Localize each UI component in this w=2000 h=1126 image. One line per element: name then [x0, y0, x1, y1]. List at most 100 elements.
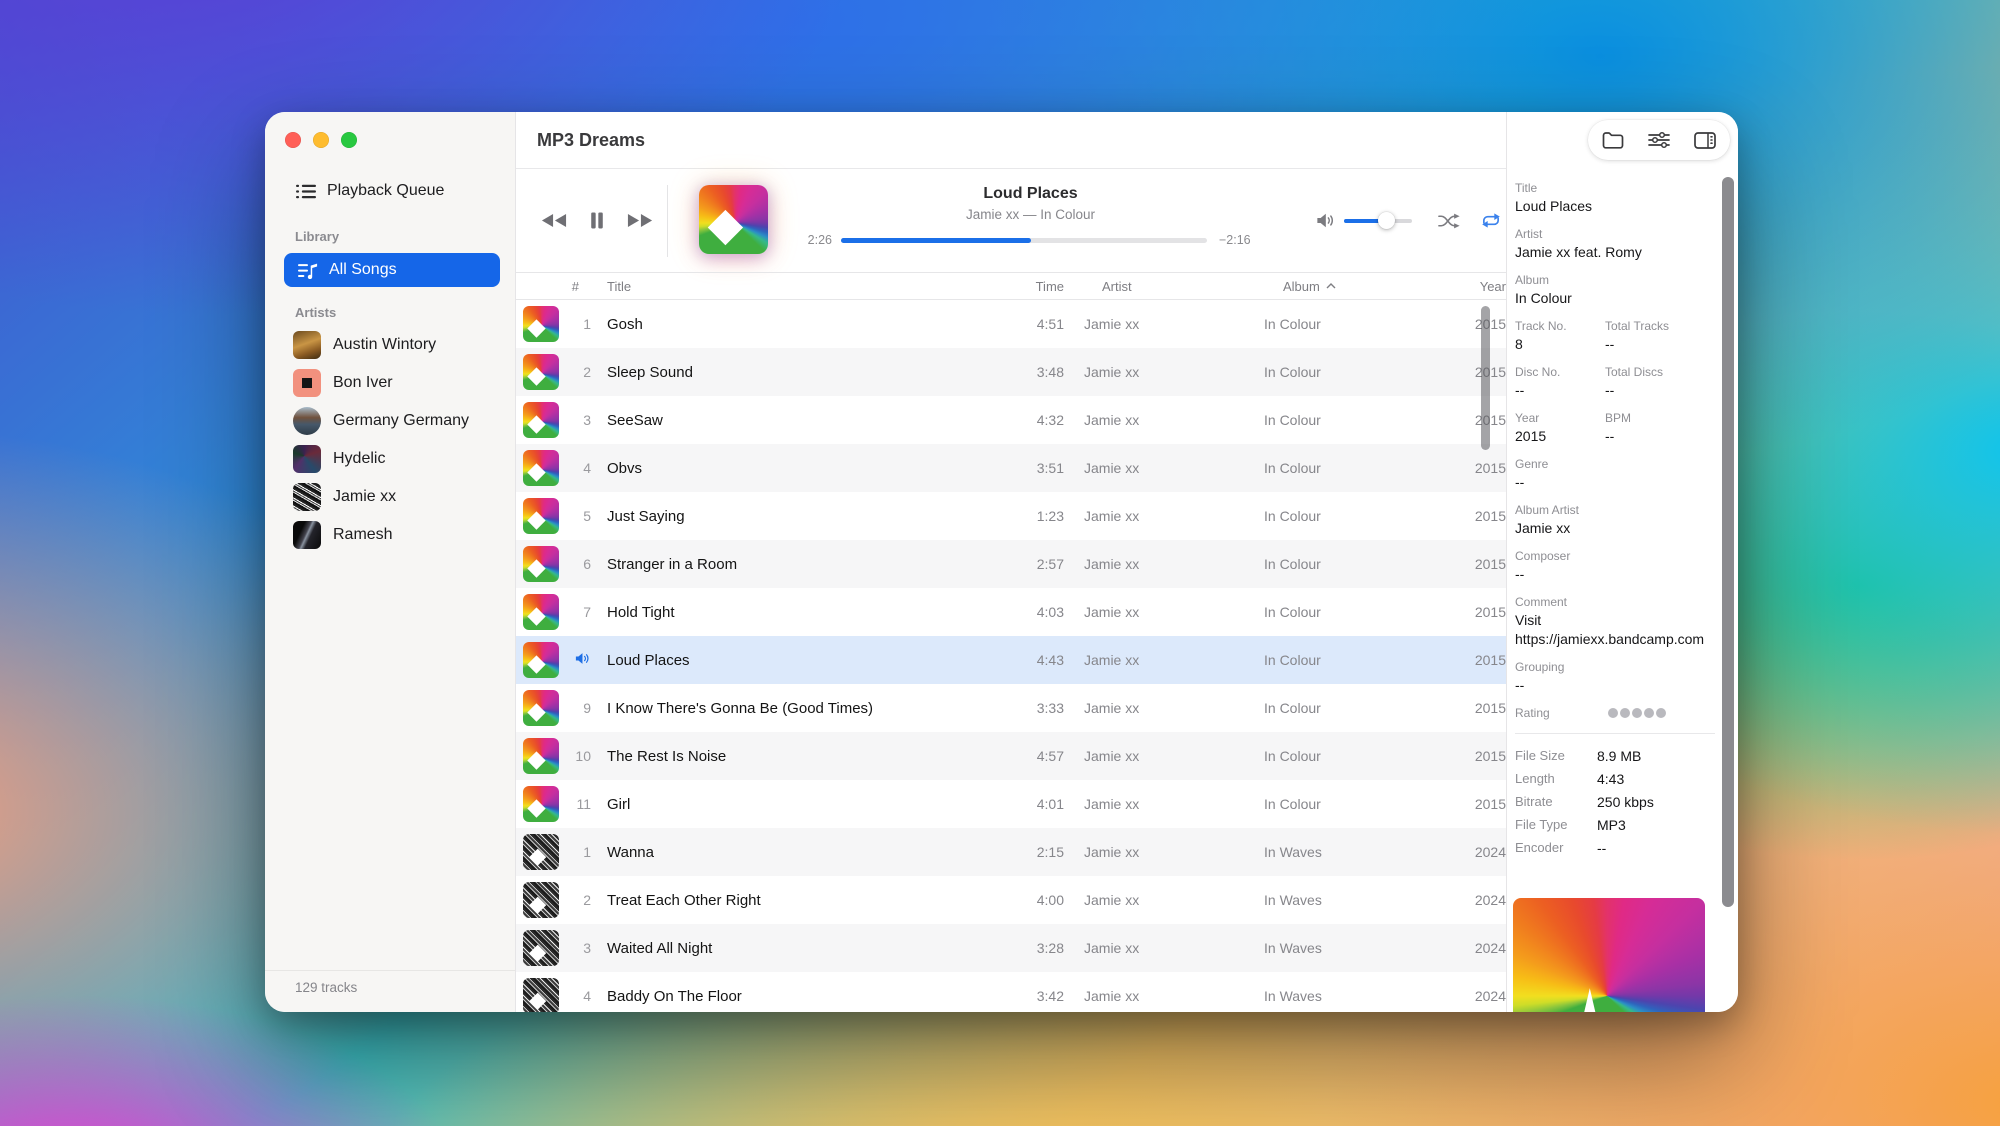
track-artwork [523, 738, 559, 774]
table-row[interactable]: 3 Waited All Night 3:28 Jamie xx In Wave… [516, 924, 1506, 972]
track-artist: Jamie xx [1084, 604, 1256, 620]
field-label: Composer [1515, 548, 1715, 564]
table-row[interactable]: 1 Wanna 2:15 Jamie xx In Waves 2024 [516, 828, 1506, 876]
column-header-num[interactable]: # [559, 279, 591, 294]
now-playing-info: Loud Places Jamie xx — In Colour 2:26 −2… [802, 183, 1259, 247]
page-title: MP3 Dreams [537, 130, 645, 151]
sidebar-item-label: Playback Queue [327, 182, 444, 200]
track-number: 1 [559, 316, 591, 332]
sidebar-item-all-songs[interactable]: All Songs [284, 253, 500, 287]
zoom-button[interactable] [341, 132, 357, 148]
sidebar-item-playback-queue[interactable]: Playback Queue [265, 175, 515, 207]
track-number: 4 [559, 460, 591, 476]
track-album: In Colour [1264, 508, 1436, 524]
field-label: Album Artist [1515, 502, 1715, 518]
inspector-field-pair: Year2015BPM-- [1515, 410, 1715, 456]
track-title: Sleep Sound [607, 364, 1004, 381]
player-bar: Loud Places Jamie xx — In Colour 2:26 −2… [516, 169, 1506, 272]
inspector-field-pair: Track No.8Total Tracks-- [1515, 318, 1715, 364]
file-info-label: Bitrate [1515, 794, 1597, 810]
track-artist: Jamie xx [1084, 652, 1256, 668]
column-header-title[interactable]: Title [607, 279, 1004, 294]
folder-button[interactable] [1601, 129, 1625, 151]
table-row[interactable]: 8 Loud Places 4:43 Jamie xx In Colour 20… [516, 636, 1506, 684]
volume-knob[interactable] [1378, 212, 1395, 229]
shuffle-button[interactable] [1438, 213, 1460, 229]
rating-dot[interactable] [1620, 708, 1630, 718]
sidebar-item-artist[interactable]: Austin Wintory [265, 326, 515, 364]
artist-thumbnail [293, 483, 321, 511]
fast-forward-button[interactable] [627, 212, 653, 229]
repeat-button[interactable] [1480, 212, 1502, 229]
sidebar-item-artist[interactable]: Ramesh [265, 516, 515, 554]
track-year: 2015 [1452, 412, 1506, 428]
field-label: Rating [1515, 705, 1608, 721]
table-scrollbar-thumb[interactable] [1481, 306, 1490, 450]
rating-dot[interactable] [1632, 708, 1642, 718]
sidebar-item-artist[interactable]: Bon Iver [265, 364, 515, 402]
column-header-time[interactable]: Time [1004, 279, 1064, 294]
inspector-scrollbar-thumb[interactable] [1722, 177, 1734, 907]
sidebar-item-artist[interactable]: Jamie xx [265, 478, 515, 516]
column-header-year[interactable]: Year [1452, 279, 1506, 294]
table-row[interactable]: 11 Girl 4:01 Jamie xx In Colour 2015 [516, 780, 1506, 828]
table-row[interactable]: 2 Treat Each Other Right 4:00 Jamie xx I… [516, 876, 1506, 924]
track-count: 129 tracks [295, 980, 357, 995]
track-title: Treat Each Other Right [607, 892, 1004, 909]
column-header-artist[interactable]: Artist [1084, 279, 1256, 294]
track-year: 2024 [1452, 940, 1506, 956]
track-album: In Colour [1264, 556, 1436, 572]
sidebar-item-artist[interactable]: Germany Germany [265, 402, 515, 440]
transport-controls [541, 169, 653, 272]
rating-dots[interactable] [1608, 708, 1666, 718]
field-value: -- [1515, 381, 1579, 400]
track-year: 2015 [1452, 796, 1506, 812]
table-row[interactable]: 4 Obvs 3:51 Jamie xx In Colour 2015 [516, 444, 1506, 492]
track-title: Girl [607, 796, 1004, 813]
track-artist: Jamie xx [1084, 316, 1256, 332]
table-row[interactable]: 10 The Rest Is Noise 4:57 Jamie xx In Co… [516, 732, 1506, 780]
track-year: 2024 [1452, 844, 1506, 860]
table-row[interactable]: 5 Just Saying 1:23 Jamie xx In Colour 20… [516, 492, 1506, 540]
track-year: 2015 [1452, 364, 1506, 380]
table-row[interactable]: 4 Baddy On The Floor 3:42 Jamie xx In Wa… [516, 972, 1506, 1012]
track-number: 2 [559, 364, 591, 380]
field-label: Total Tracks [1605, 318, 1669, 334]
minimize-button[interactable] [313, 132, 329, 148]
track-year: 2015 [1452, 508, 1506, 524]
file-info-value: 250 kbps [1597, 794, 1654, 810]
rating-dot[interactable] [1656, 708, 1666, 718]
table-row[interactable]: 6 Stranger in a Room 2:57 Jamie xx In Co… [516, 540, 1506, 588]
table-row[interactable]: 9 I Know There's Gonna Be (Good Times) 3… [516, 684, 1506, 732]
pause-button[interactable] [589, 211, 605, 230]
close-button[interactable] [285, 132, 301, 148]
track-artwork [523, 786, 559, 822]
track-year: 2015 [1452, 316, 1506, 332]
table-row[interactable]: 7 Hold Tight 4:03 Jamie xx In Colour 201… [516, 588, 1506, 636]
table-row[interactable]: 2 Sleep Sound 3:48 Jamie xx In Colour 20… [516, 348, 1506, 396]
file-info-label: File Size [1515, 748, 1597, 764]
list-bullet-icon [296, 183, 316, 200]
table-header: # Title Time Artist Album Year [516, 272, 1506, 300]
seek-bar-fill [841, 238, 1031, 243]
rating-dot[interactable] [1644, 708, 1654, 718]
track-time: 4:01 [1004, 796, 1064, 812]
seek-bar[interactable] [841, 238, 1207, 243]
track-time: 2:57 [1004, 556, 1064, 572]
field-label: Title [1515, 180, 1715, 196]
inspector-field: Album ArtistJamie xx [1515, 502, 1715, 538]
field-value: Visit https://jamiexx.bandcamp.com [1515, 611, 1715, 649]
rewind-button[interactable] [541, 212, 567, 229]
main-content: MP3 Dreams Loud Places Jamie xx — In Col… [515, 112, 1506, 1012]
table-row[interactable]: 3 SeeSaw 4:32 Jamie xx In Colour 2015 [516, 396, 1506, 444]
filters-icon[interactable] [1647, 129, 1671, 151]
sidebar-toggle-icon[interactable] [1693, 129, 1717, 151]
field-label: Year [1515, 410, 1579, 426]
rating-dot[interactable] [1608, 708, 1618, 718]
track-year: 2024 [1452, 988, 1506, 1004]
volume-slider[interactable] [1344, 219, 1412, 223]
track-album: In Waves [1264, 988, 1436, 1004]
table-row[interactable]: 1 Gosh 4:51 Jamie xx In Colour 2015 [516, 300, 1506, 348]
sidebar-item-artist[interactable]: Hydelic [265, 440, 515, 478]
column-header-album[interactable]: Album [1264, 279, 1436, 294]
